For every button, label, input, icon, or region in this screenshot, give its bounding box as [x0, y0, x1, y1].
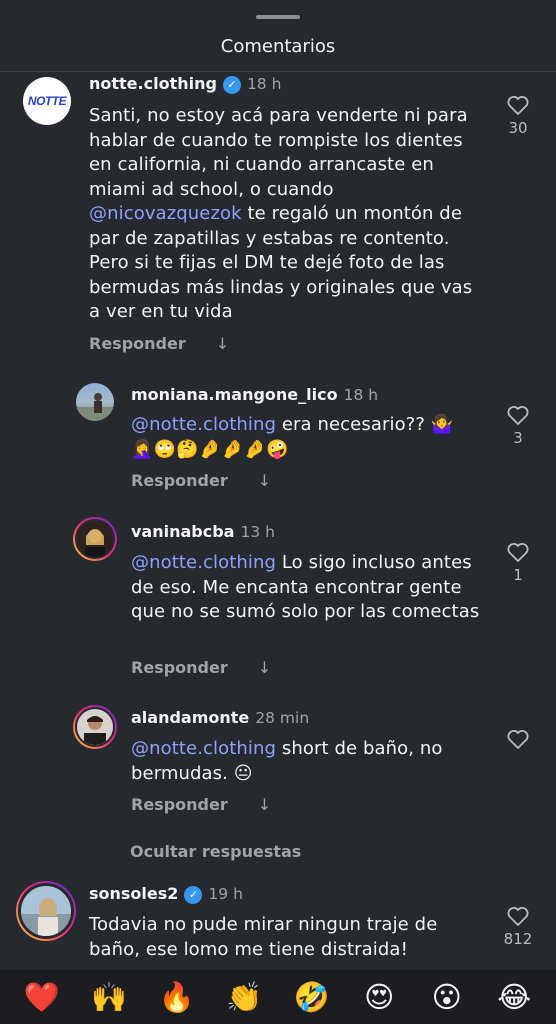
comment-header: vaninabcba 13 h: [131, 522, 275, 541]
reaction-raised-hands[interactable]: 🙌: [84, 970, 134, 1024]
comment-header: moniana.mangone_lico 18 h: [131, 385, 378, 404]
reaction-clap[interactable]: 👏: [219, 970, 269, 1024]
verified-icon: ✓: [184, 886, 203, 904]
username[interactable]: notte.clothing: [89, 74, 217, 93]
reply-button[interactable]: Responder: [89, 334, 186, 353]
like-count: 30: [508, 119, 528, 137]
comment-text: Santi, no estoy acá para venderte ni par…: [89, 104, 489, 325]
reaction-surprised[interactable]: 😮: [422, 970, 472, 1024]
header-divider: [0, 71, 556, 72]
heart-icon: [507, 907, 529, 926]
avatar-photo: [75, 707, 115, 747]
timestamp: 13 h: [240, 523, 275, 541]
emoji-line: 🤦‍♀️🙄🤔🤌🤌🤌🤪: [131, 438, 289, 460]
like-count: 3: [513, 429, 523, 447]
avatar[interactable]: [76, 383, 114, 421]
like-button[interactable]: [498, 728, 538, 753]
translate-arrow-icon[interactable]: ↓: [258, 795, 271, 814]
like-button[interactable]: 1: [498, 541, 538, 584]
timestamp: 18 h: [246, 75, 282, 93]
username[interactable]: vaninabcba: [131, 522, 234, 541]
like-button[interactable]: 3: [498, 404, 538, 447]
reply-button[interactable]: Responder: [131, 658, 228, 677]
mention-link[interactable]: @nicovazquezok: [89, 203, 242, 224]
reaction-heart-eyes[interactable]: 😍: [354, 970, 404, 1024]
comment-text-part: Santi, no estoy acá para venderte ni par…: [89, 105, 468, 200]
like-count: 812: [503, 930, 533, 948]
verified-icon: ✓: [222, 76, 241, 94]
heart-icon: [507, 96, 529, 115]
avatar[interactable]: [73, 517, 117, 561]
heart-icon: [507, 543, 529, 562]
like-count: 1: [513, 566, 523, 584]
like-button[interactable]: 812: [498, 905, 538, 948]
comment-text: Todavia no pude mirar ningun traje de ba…: [89, 913, 484, 962]
comment-text-part: Todavia no pude mirar ningun traje de ba…: [89, 914, 438, 960]
timestamp: 28 min: [255, 709, 310, 727]
heart-icon: [507, 730, 529, 749]
heart-icon: [507, 406, 529, 425]
reply-button[interactable]: Responder: [131, 471, 228, 490]
timestamp: 19 h: [208, 885, 243, 903]
comment-header: notte.clothing ✓ 18 h: [89, 74, 281, 94]
timestamp: 18 h: [343, 386, 379, 404]
reaction-fire[interactable]: 🔥: [152, 970, 202, 1024]
comments-sheet: Comentarios NOTTE notte.clothing ✓ 18 h Sa…: [0, 0, 556, 1024]
reply-button[interactable]: Responder: [131, 795, 228, 814]
mention-link[interactable]: @notte.clothing: [131, 414, 276, 435]
username[interactable]: moniana.mangone_lico: [131, 385, 338, 404]
username[interactable]: alandamonte: [131, 708, 249, 727]
reply-row: Responder ↓: [131, 795, 271, 814]
avatar[interactable]: [73, 705, 117, 749]
hide-replies-button[interactable]: Ocultar respuestas: [130, 842, 301, 861]
avatar[interactable]: [16, 881, 76, 941]
reaction-heart[interactable]: ❤️: [17, 970, 67, 1024]
comment-text: @notte.clothing era necesario?? 🤷‍♀️ 🤦‍♀️…: [131, 413, 481, 462]
avatar[interactable]: NOTTE: [23, 77, 71, 125]
reaction-rofl[interactable]: 🤣: [287, 970, 337, 1024]
reply-row: Responder ↓: [89, 334, 229, 353]
avatar-photo: [18, 883, 74, 939]
comment-header: alandamonte 28 min: [131, 708, 309, 727]
comment-text: @notte.clothing Lo sigo incluso antes de…: [131, 551, 481, 625]
translate-arrow-icon[interactable]: ↓: [258, 471, 271, 490]
mention-link[interactable]: @notte.clothing: [131, 552, 276, 573]
comment-header: sonsoles2 ✓ 19 h: [89, 884, 243, 904]
reaction-tears-of-joy[interactable]: 😂: [489, 970, 539, 1024]
avatar-photo: [76, 393, 114, 421]
mention-link[interactable]: @notte.clothing: [131, 738, 276, 759]
comment-text: @notte.clothing short de baño, no bermud…: [131, 737, 481, 786]
username[interactable]: sonsoles2: [89, 884, 178, 903]
translate-arrow-icon[interactable]: ↓: [258, 658, 271, 677]
avatar-photo: [75, 519, 115, 559]
page-title: Comentarios: [220, 36, 336, 57]
reaction-bar: ❤️ 🙌 🔥 👏 🤣 😍 😮 😂: [0, 970, 556, 1024]
translate-arrow-icon[interactable]: ↓: [216, 334, 229, 353]
avatar-logo: NOTTE: [27, 94, 67, 108]
comment-text-part: era necesario?? 🤷‍♀️: [281, 414, 454, 435]
like-button[interactable]: 30: [498, 94, 538, 137]
drag-handle[interactable]: [256, 15, 300, 19]
reply-row: Responder ↓: [131, 658, 271, 677]
reply-row: Responder ↓: [131, 471, 271, 490]
